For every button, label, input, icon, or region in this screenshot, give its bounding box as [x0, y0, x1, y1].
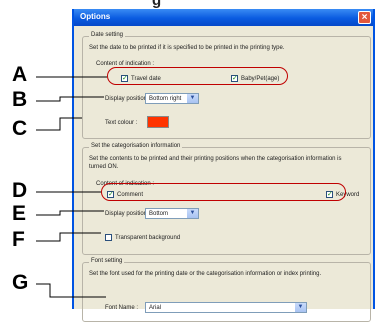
callout-e: E — [12, 202, 27, 225]
callout-f: F — [12, 228, 25, 251]
callout-c: C — [12, 117, 28, 140]
callout-d: D — [12, 179, 28, 202]
callout-g: G — [12, 271, 29, 294]
callout-a: A — [12, 63, 28, 86]
callout-leader-lines — [36, 76, 107, 298]
callout-b: B — [12, 88, 28, 111]
